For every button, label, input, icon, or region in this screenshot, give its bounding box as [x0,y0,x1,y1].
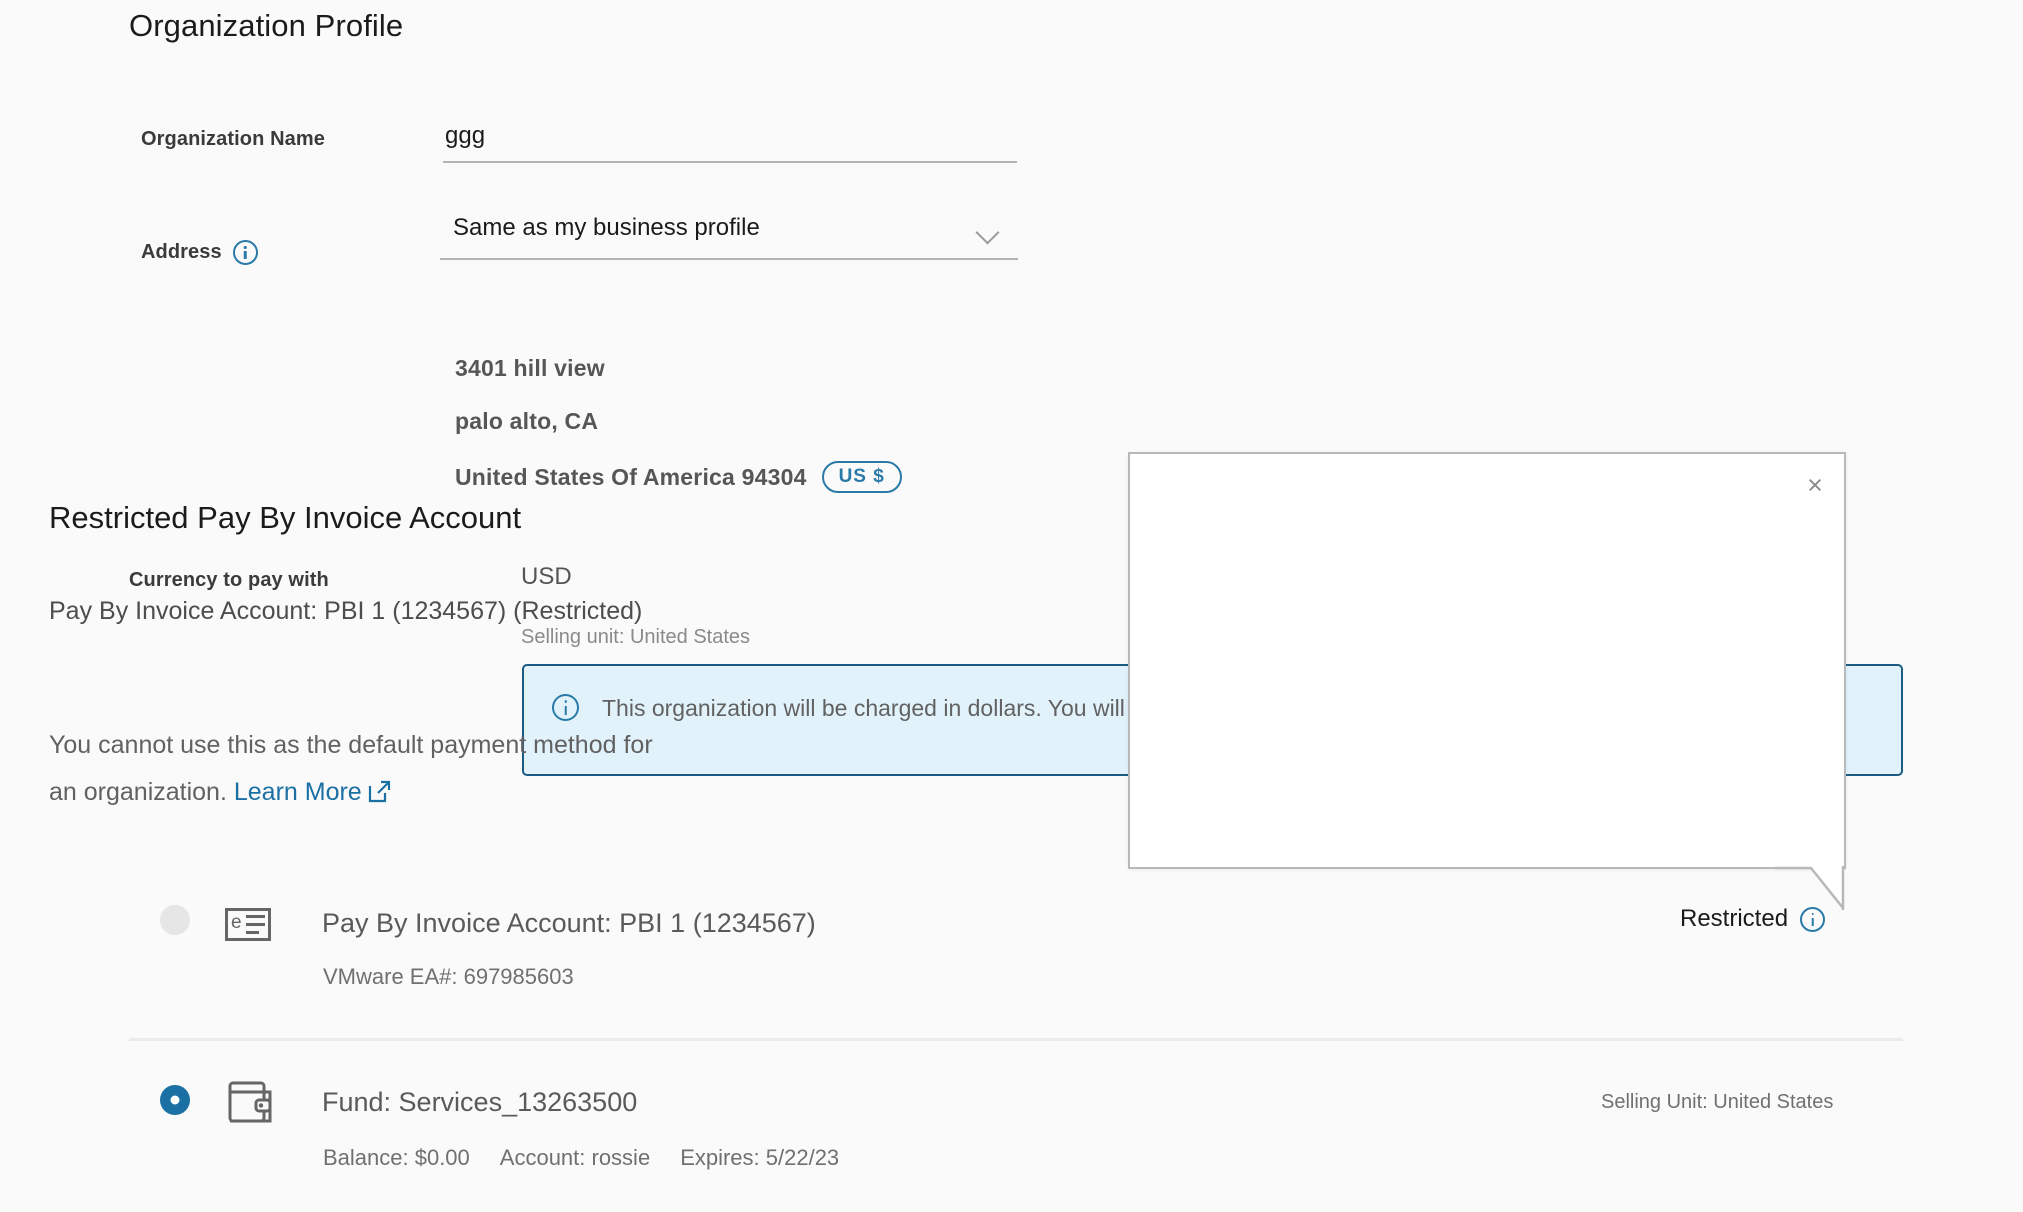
learn-more-link[interactable]: Learn More [234,778,391,806]
e-invoice-icon: e [225,903,271,946]
popover-body-description: You cannot use this as the default payme… [49,722,659,819]
payment-method-title: Fund: Services_13263500 [322,1087,638,1117]
popover-title: Restricted Pay By Invoice Account [49,500,522,535]
fund-account: Account: rossie [499,1145,651,1170]
payment-method-subtitle: VMware EA#: 697985603 [323,964,574,989]
address-label: Address [141,240,258,265]
popover-tail [1775,866,1845,910]
info-icon[interactable] [232,240,258,265]
info-icon [552,694,579,721]
address-display: 3401 hill view palo alto, CA United Stat… [455,355,902,519]
restricted-account-popover [1128,452,1846,869]
status-badge-label: Restricted [1680,905,1789,932]
organization-name-input[interactable] [443,116,1017,163]
organization-profile-page: Organization Profile Organization Name A… [0,0,2023,1212]
svg-text:e: e [231,912,242,933]
fund-expires: Expires: 5/22/23 [680,1145,840,1170]
address-select-value: Same as my business profile [453,214,760,241]
currency-badge: US $ [821,461,902,493]
divider [129,1038,1903,1041]
address-label-text: Address [141,241,222,263]
close-icon[interactable]: × [1798,468,1832,502]
fund-balance: Balance: $0.00 [323,1145,470,1170]
payment-method-radio-selected[interactable] [160,1085,190,1115]
popover-body-account: Pay By Invoice Account: PBI 1 (1234567) … [49,597,643,625]
address-select[interactable]: Same as my business profile [440,212,1018,260]
payment-method-subtitle: Balance: $0.00 Account: rossie Expires: 5/… [323,1145,839,1171]
selling-unit-label: Selling Unit: United States [1601,1091,1834,1113]
external-link-icon [368,772,391,819]
wallet-icon [228,1081,272,1128]
address-line-1: 3401 hill view [455,355,605,381]
address-line-3: United States Of America 94304 US $ [455,461,902,493]
currency-value: USD [521,563,572,590]
organization-name-label: Organization Name [141,128,325,150]
payment-method-radio-disabled [160,905,190,935]
learn-more-label: Learn More [233,778,362,806]
page-title: Organization Profile [129,8,404,43]
payment-method-title: Pay By Invoice Account: PBI 1 (1234567) [322,908,816,938]
chevron-down-icon[interactable] [975,220,1000,245]
address-line-2: palo alto, CA [455,408,599,434]
address-country-zip: United States Of America 94304 [455,463,807,490]
